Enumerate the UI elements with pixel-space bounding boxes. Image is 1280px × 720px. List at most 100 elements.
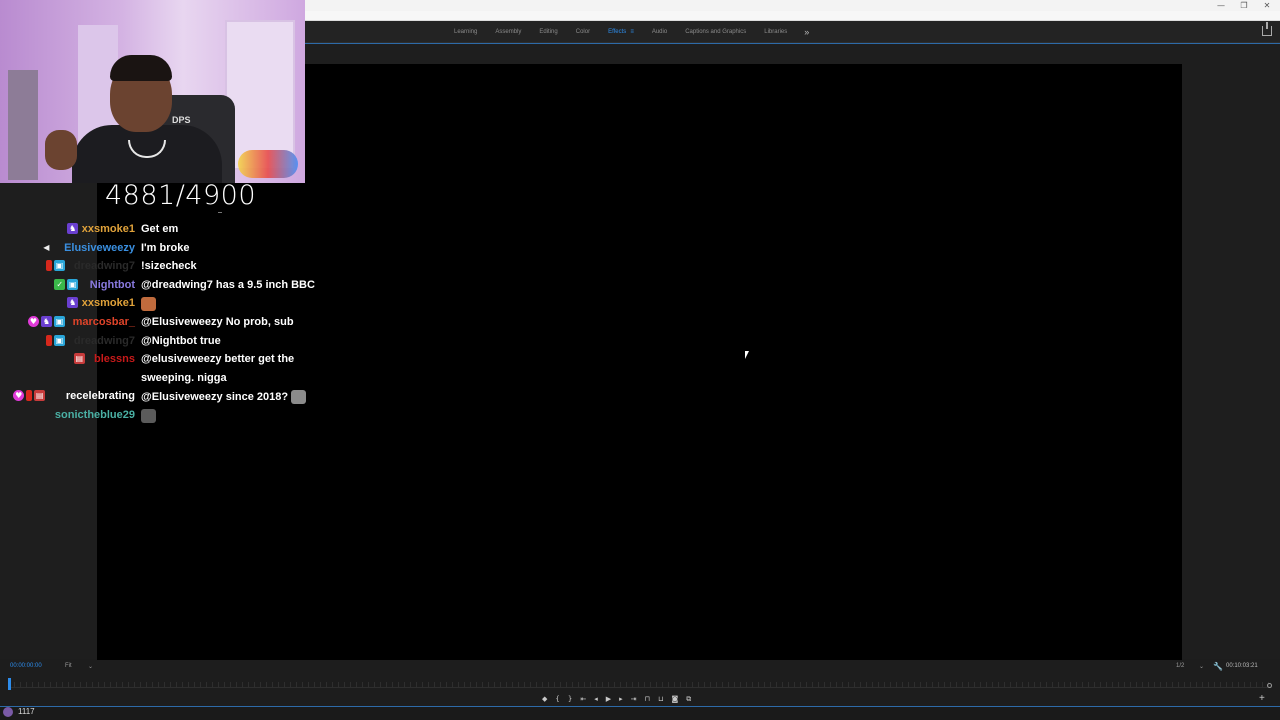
chat-message: ▣ dreadwing7 @Nightbot true bbox=[0, 332, 330, 351]
premiere-window: — ❐ ✕ Learning Assembly Editing Color Ef… bbox=[0, 0, 1280, 720]
go-to-out-icon[interactable]: ⇥ bbox=[631, 695, 637, 703]
go-to-in-icon[interactable]: ⇤ bbox=[580, 695, 586, 703]
resolution-select[interactable]: 1/2 bbox=[1176, 663, 1184, 669]
webcam-person-hair bbox=[110, 55, 172, 81]
chat-message-text: @Elusiveweezy since 2018? bbox=[141, 390, 307, 405]
workspace-menu-icon[interactable]: ≡ bbox=[630, 29, 634, 35]
camera-icon[interactable]: ◙ bbox=[671, 695, 678, 703]
chat-badges: ✓ ▣ bbox=[54, 278, 79, 290]
minimize-icon[interactable]: — bbox=[1210, 0, 1232, 11]
chat-text: @elusiveweezy better get the bbox=[141, 353, 295, 366]
chat-message-text: Get em bbox=[141, 223, 178, 235]
badge-red-icon bbox=[46, 260, 52, 272]
chat-message-text: @Nightbot true bbox=[141, 335, 221, 347]
chat-badges: ▣ bbox=[46, 334, 65, 346]
tab-effects[interactable]: Effects bbox=[608, 29, 626, 35]
chat-username[interactable]: xxsmoke1 bbox=[82, 223, 135, 235]
chat-message: ▤ blessns @elusiveweezy better get the bbox=[0, 350, 330, 369]
mark-in-icon[interactable]: { bbox=[555, 695, 559, 703]
chat-message-text: I'm broke bbox=[141, 242, 189, 254]
chair-logo: DPS bbox=[172, 115, 191, 125]
badge-red-icon bbox=[46, 334, 52, 346]
chat-username[interactable]: xxsmoke1 bbox=[82, 297, 135, 309]
mark-out-icon[interactable]: } bbox=[568, 695, 572, 703]
viewer-icon bbox=[3, 707, 13, 717]
resolution-chevron-down-icon[interactable]: ⌄ bbox=[1199, 663, 1204, 670]
chat-message: ♞ xxsmoke1 bbox=[0, 294, 330, 313]
badge-cyan-icon: ▣ bbox=[54, 334, 65, 346]
chat-message: sonictheblue29 bbox=[0, 406, 330, 425]
zoom-chevron-down-icon[interactable]: ⌄ bbox=[88, 663, 93, 670]
badge-mute-icon: ◀ bbox=[43, 242, 50, 252]
step-back-icon[interactable]: ◂ bbox=[594, 695, 598, 703]
tab-editing[interactable]: Editing bbox=[539, 29, 557, 35]
chat-text: Get em bbox=[141, 223, 179, 235]
webcam-overlay: DPS bbox=[0, 0, 305, 183]
ruler-end-handle[interactable] bbox=[1267, 683, 1272, 688]
chat-message-text: @dreadwing7 has a 9.5 inch BBC bbox=[141, 279, 315, 291]
chat-message-text bbox=[141, 297, 156, 312]
badge-purple-icon: ♞ bbox=[67, 223, 79, 234]
chat-text: @Elusiveweezy since 2018? bbox=[141, 391, 289, 404]
webcam-cat-tree bbox=[8, 70, 38, 180]
tab-libraries[interactable]: Libraries bbox=[764, 29, 787, 35]
tab-captions-and-graphics[interactable]: Captions and Graphics bbox=[685, 29, 746, 35]
webcam-person-hand bbox=[45, 130, 77, 170]
playhead[interactable] bbox=[8, 678, 11, 690]
chat-message: ♥ ♞ ▣ marcosbar_ @Elusiveweezy No prob, sub bbox=[0, 313, 330, 332]
badge-pink-icon: ♥ bbox=[13, 390, 25, 402]
tab-color[interactable]: Color bbox=[576, 29, 590, 35]
workspace-tabs: Learning Assembly Editing Color Effects … bbox=[445, 21, 809, 43]
chat-overlay: ♞ xxsmoke1 Get em ◀ Elusiveweezy I'm broke ▣ dr… bbox=[0, 220, 330, 425]
viewer-count: 1117 bbox=[18, 707, 35, 716]
maximize-icon[interactable]: ❐ bbox=[1233, 0, 1255, 11]
chat-username[interactable]: marcosbar_ bbox=[73, 316, 135, 328]
chat-username[interactable]: recelebrating bbox=[66, 390, 135, 402]
close-icon[interactable]: ✕ bbox=[1256, 0, 1278, 11]
tab-learning[interactable]: Learning bbox=[454, 29, 477, 35]
chat-message: ▣ dreadwing7 !sizecheck bbox=[0, 257, 330, 276]
step-forward-icon[interactable]: ▸ bbox=[619, 695, 623, 703]
chat-username[interactable]: dreadwing7 bbox=[74, 335, 135, 347]
counter-underline bbox=[218, 212, 222, 213]
overwrite-icon[interactable]: ⊔ bbox=[658, 695, 663, 703]
share-icon[interactable] bbox=[1262, 22, 1272, 36]
wrench-icon[interactable]: 🔧 bbox=[1213, 662, 1223, 671]
chat-badges: ▣ bbox=[46, 260, 65, 272]
chat-text: @dreadwing7 has a 9.5 inch BBC bbox=[141, 278, 315, 291]
chat-message: ✓ ▣ Nightbot @dreadwing7 has a 9.5 inch BBC bbox=[0, 276, 330, 295]
chat-badges: ◀ bbox=[41, 242, 52, 253]
chat-message: ◀ Elusiveweezy I'm broke bbox=[0, 239, 330, 258]
chat-username[interactable]: Elusiveweezy bbox=[64, 242, 135, 254]
chat-message: sweeping. nigga bbox=[0, 369, 330, 388]
button-editor-plus-icon[interactable]: + bbox=[1259, 693, 1265, 704]
playhead-timecode[interactable]: 00:00:00:00 bbox=[10, 663, 42, 669]
badge-purple-icon: ♞ bbox=[41, 315, 52, 327]
tab-audio[interactable]: Audio bbox=[652, 29, 667, 35]
compare-icon[interactable]: ⧉ bbox=[686, 695, 691, 704]
chat-badges: ▤ bbox=[73, 353, 85, 365]
badge-cyan-icon: ▣ bbox=[54, 260, 65, 272]
play-icon[interactable]: ▶ bbox=[606, 695, 611, 703]
tab-assembly[interactable]: Assembly bbox=[495, 29, 521, 35]
chat-username[interactable]: blessns bbox=[94, 353, 135, 365]
chat-message-text: sweeping. nigga bbox=[141, 372, 227, 384]
chat-badges: ♞ bbox=[67, 223, 79, 234]
badge-pink-icon: ♥ bbox=[28, 315, 39, 327]
goal-counter: 4881/4900 bbox=[105, 180, 257, 211]
chat-text: sweeping. nigga bbox=[141, 371, 227, 384]
chat-username[interactable]: Nightbot bbox=[90, 279, 135, 291]
webcam-toy bbox=[238, 150, 298, 178]
webcam-door bbox=[225, 20, 295, 170]
chat-username[interactable]: sonictheblue29 bbox=[55, 409, 135, 421]
zoom-select[interactable]: Fit bbox=[65, 663, 72, 669]
add-marker-icon[interactable]: ◆ bbox=[542, 695, 547, 703]
insert-icon[interactable]: ⊓ bbox=[645, 695, 650, 703]
chat-message-text bbox=[141, 408, 156, 423]
transport-controls: ◆ { } ⇤ ◂ ▶ ▸ ⇥ ⊓ ⊔ ◙ ⧉ bbox=[542, 693, 691, 705]
chat-username[interactable]: dreadwing7 bbox=[74, 260, 135, 272]
duration-timecode: 00:10:03:21 bbox=[1226, 663, 1258, 669]
emote-icon bbox=[141, 297, 156, 312]
more-workspaces-icon[interactable]: » bbox=[804, 27, 809, 37]
timeline-ruler[interactable] bbox=[8, 682, 1272, 688]
